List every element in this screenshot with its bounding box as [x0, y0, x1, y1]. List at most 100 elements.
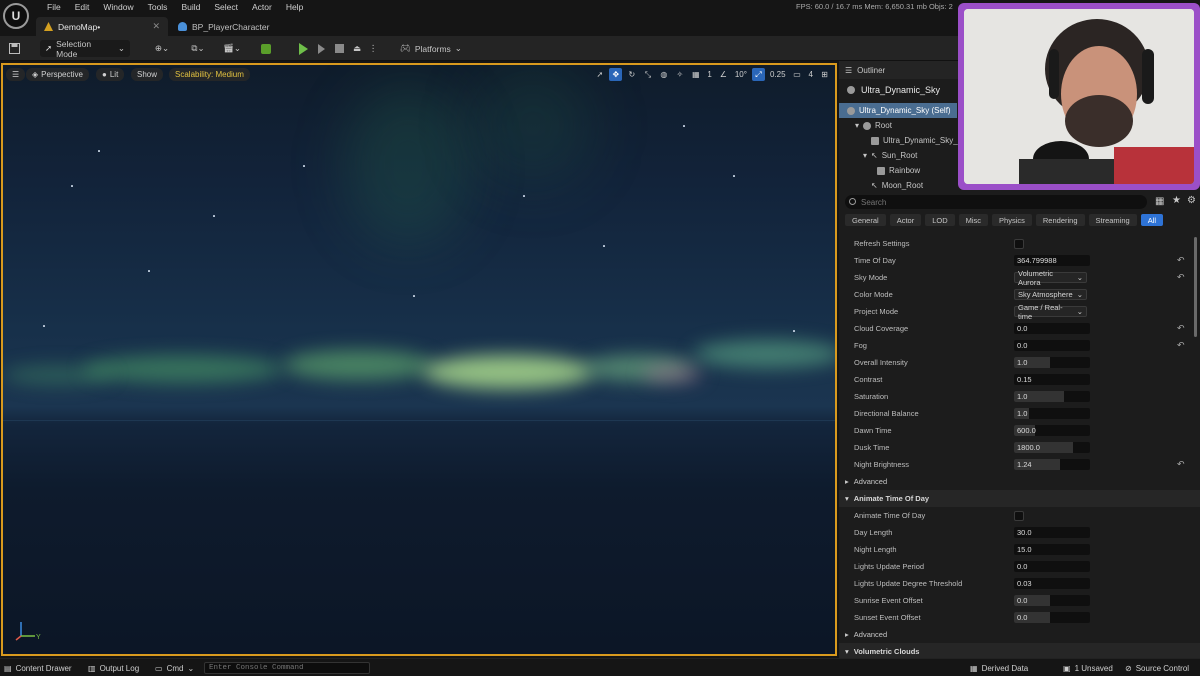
reset-to-default-icon[interactable]: ↶ [1177, 255, 1185, 266]
output-log-button[interactable]: ▥ Output Log [88, 662, 139, 675]
tab-all[interactable]: All [1140, 214, 1164, 226]
scale-tool-icon[interactable]: ⤡ [641, 68, 654, 81]
world-space-icon[interactable]: ◍ [657, 68, 670, 81]
close-icon[interactable]: ✕ [152, 21, 160, 32]
selection-mode-label: Selection Mode [56, 38, 92, 59]
menu-actor[interactable]: Actor [245, 2, 279, 12]
translate-tool-icon[interactable]: ✥ [609, 68, 623, 81]
tab-rendering[interactable]: Rendering [1035, 214, 1085, 226]
property-value-field[interactable]: 0.0 [1014, 612, 1090, 623]
property-value-field[interactable]: 1.0 [1014, 357, 1090, 368]
gear-icon[interactable]: ⚙ [1187, 195, 1196, 206]
scale-snap-value[interactable]: 0.25 [768, 70, 788, 79]
scalability-badge[interactable]: Scalability: Medium [169, 68, 250, 81]
property-value-field[interactable]: 364.799988 [1014, 255, 1090, 266]
property-value-field[interactable]: 15.0 [1014, 544, 1090, 555]
reset-to-default-icon[interactable]: ↶ [1177, 272, 1185, 283]
section-header[interactable]: ▸ Advanced [839, 626, 1200, 643]
tab-lod[interactable]: LOD [925, 214, 955, 226]
play-icon[interactable] [296, 40, 310, 57]
property-value-field[interactable]: 0.0 [1014, 340, 1090, 351]
grid-snap-icon[interactable]: ▦ [689, 68, 702, 81]
unsaved-button[interactable]: ▣ 1 Unsaved [1063, 662, 1113, 675]
camera-speed-icon[interactable]: ▭ [791, 68, 804, 81]
eject-icon[interactable]: ⏏ [350, 40, 364, 57]
camera-speed-value[interactable]: 4 [807, 70, 815, 79]
property-dropdown[interactable]: Game / Real-time ⌄ [1014, 303, 1087, 321]
angle-snap-value[interactable]: 10° [733, 70, 749, 79]
grid-snap-value[interactable]: 1 [705, 70, 713, 79]
section-header[interactable]: ▾ Animate Time Of Day [839, 490, 1200, 507]
scale-snap-icon[interactable]: ⤢ [751, 68, 765, 81]
source-control-button[interactable]: ⊘ Source Control [1125, 662, 1189, 675]
level-viewport[interactable]: ☰ ◈ Perspective ● Lit Show Scalability: … [1, 63, 837, 656]
property-dropdown[interactable]: Volumetric Aurora ⌄ [1014, 269, 1087, 287]
reset-to-default-icon[interactable]: ↶ [1177, 323, 1185, 334]
unreal-logo-icon[interactable]: U [3, 3, 29, 29]
horizon-line [3, 420, 835, 421]
property-value-field[interactable]: 0.0 [1014, 561, 1090, 572]
layout-icon[interactable]: ⊞ [818, 68, 831, 81]
collapse-arrow-icon[interactable]: ▾ [863, 151, 867, 160]
step-icon[interactable] [314, 40, 328, 57]
viewport-menu-icon[interactable]: ☰ [6, 68, 26, 81]
content-drawer-button[interactable]: ▤ Content Drawer [4, 662, 72, 675]
tab-demomap[interactable]: DemoMap• ✕ [36, 17, 168, 36]
tab-general[interactable]: General [845, 214, 886, 226]
selection-mode-dropdown[interactable]: ➚ Selection Mode ⌄ [40, 38, 130, 59]
grid-view-icon[interactable]: ▦ [1155, 196, 1164, 207]
platforms-dropdown[interactable]: 🎮︎ Platforms ⌄ [398, 40, 464, 57]
menu-select[interactable]: Select [207, 2, 245, 12]
section-header[interactable]: ▸ Advanced [839, 473, 1200, 490]
tab-bp-playercharacter[interactable]: BP_PlayerCharacter [170, 17, 277, 36]
property-value-field[interactable]: 1.0 [1014, 408, 1090, 419]
select-tool-icon[interactable]: ➚ [593, 68, 606, 81]
derived-data-button[interactable]: ▦ Derived Data [970, 662, 1028, 675]
menu-tools[interactable]: Tools [141, 2, 175, 12]
tree-row[interactable]: Ultra_Dynamic_Sky (Self) [839, 103, 957, 118]
console-input[interactable] [204, 662, 370, 674]
nvidia-icon[interactable] [259, 40, 273, 57]
scalability-label: Scalability: Medium [175, 70, 244, 79]
rotate-tool-icon[interactable]: ↻ [625, 68, 638, 81]
perspective-button[interactable]: ◈ Perspective [26, 68, 89, 81]
cmd-dropdown[interactable]: ▭ Cmd ⌄ [155, 662, 194, 675]
property-value-field[interactable]: 1.0 [1014, 391, 1090, 402]
collapse-arrow-icon[interactable]: ▾ [855, 121, 859, 130]
menu-build[interactable]: Build [174, 2, 207, 12]
surface-snap-icon[interactable]: ✧ [673, 68, 686, 81]
star-icon[interactable]: ★ [1172, 195, 1181, 206]
tab-misc[interactable]: Misc [958, 214, 989, 226]
reset-to-default-icon[interactable]: ↶ [1177, 459, 1185, 470]
tab-actor[interactable]: Actor [889, 214, 922, 226]
checkbox[interactable] [1014, 510, 1024, 521]
property-value-field[interactable]: 1.24 [1014, 459, 1090, 470]
save-icon[interactable] [6, 40, 22, 57]
property-value-field[interactable]: 0.0 [1014, 595, 1090, 606]
lit-button[interactable]: ● Lit [96, 68, 125, 81]
show-button[interactable]: Show [131, 68, 164, 81]
menu-file[interactable]: File [40, 2, 68, 12]
property-value-field[interactable]: 0.0 [1014, 323, 1090, 334]
add-actor-icon[interactable]: ⊕⌄ [150, 40, 174, 57]
tab-streaming[interactable]: Streaming [1088, 214, 1137, 226]
property-dropdown[interactable]: Sky Atmosphere ⌄ [1014, 289, 1087, 300]
search-input[interactable] [845, 195, 1147, 209]
tab-physics[interactable]: Physics [992, 214, 1032, 226]
menu-window[interactable]: Window [96, 2, 140, 12]
angle-snap-icon[interactable]: ∠ [717, 68, 730, 81]
checkbox[interactable] [1014, 238, 1024, 249]
property-value-field[interactable]: 0.03 [1014, 578, 1090, 589]
property-value-field[interactable]: 1800.0 [1014, 442, 1090, 453]
blueprint-menu-icon[interactable]: ⧉⌄ [186, 40, 210, 57]
cinematics-icon[interactable]: 🎬︎⌄ [220, 40, 244, 57]
property-value-field[interactable]: 0.15 [1014, 374, 1090, 385]
menu-edit[interactable]: Edit [68, 2, 97, 12]
property-value-field[interactable]: 30.0 [1014, 527, 1090, 538]
property-value-field[interactable]: 600.0 [1014, 425, 1090, 436]
details-scrollbar[interactable] [1194, 237, 1197, 337]
menu-help[interactable]: Help [279, 2, 310, 12]
more-options-icon[interactable]: ⋮ [368, 40, 378, 57]
reset-to-default-icon[interactable]: ↶ [1177, 340, 1185, 351]
stop-icon[interactable] [332, 40, 346, 57]
